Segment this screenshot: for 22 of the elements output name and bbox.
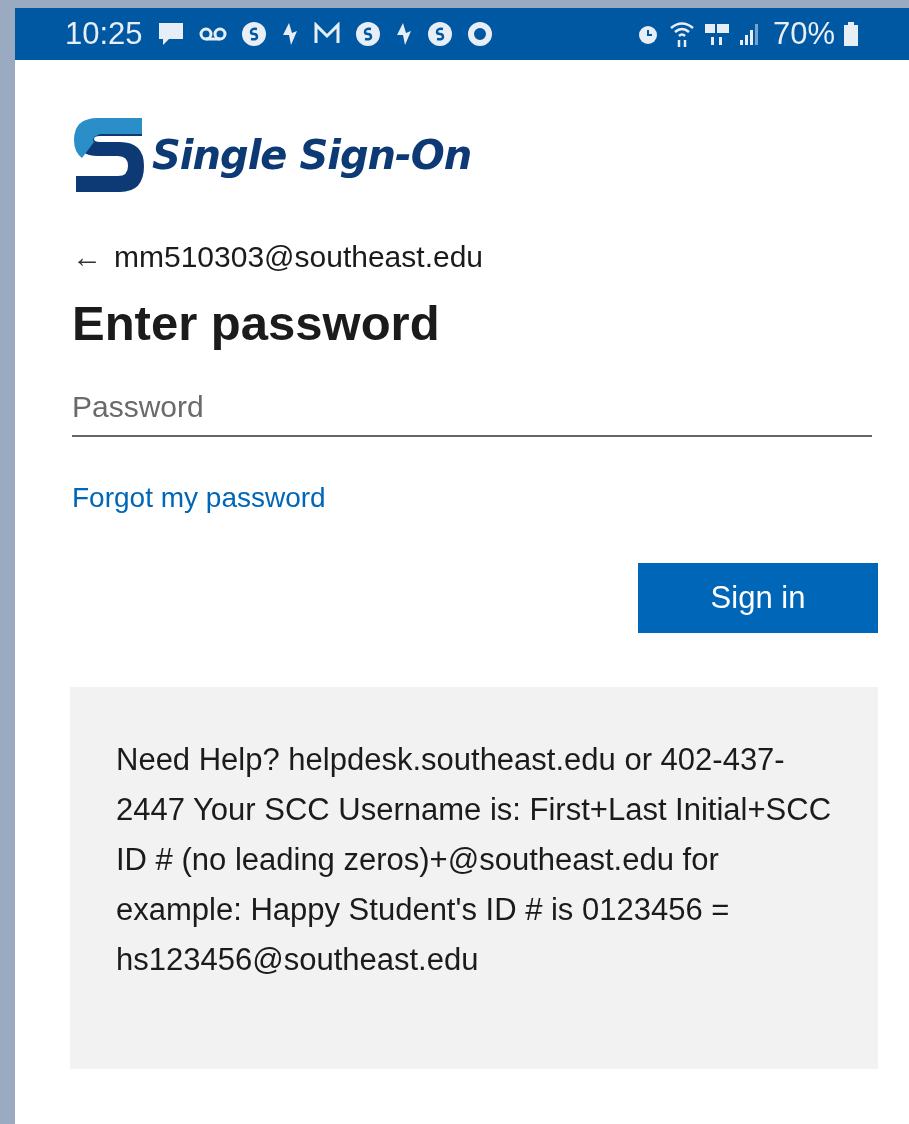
clock-time: 10:25 bbox=[65, 14, 143, 53]
lightning-icon bbox=[280, 21, 299, 47]
ring-icon bbox=[466, 21, 493, 47]
page-heading: Enter password bbox=[72, 295, 441, 352]
password-field[interactable]: Password bbox=[72, 379, 872, 437]
logo-text: Single Sign-On bbox=[152, 131, 472, 180]
forgot-password-link[interactable]: Forgot my password bbox=[72, 477, 326, 519]
wifi-icon bbox=[668, 20, 695, 48]
network-4g-icon bbox=[702, 21, 731, 47]
mail-icon bbox=[312, 22, 341, 46]
lightning-icon bbox=[394, 21, 413, 47]
circle-s-icon bbox=[240, 21, 267, 47]
help-text: Need Help? helpdesk.southeast.edu or 402-437-2447 Your SCC Username is: First+Last Initial+SCC ID # (no leading zeros)+@southeast.edu for example: Happy Student's ID # is 0123456 = hs123456@southeast.edu bbox=[116, 741, 832, 979]
account-email: mm510303@southeast.edu bbox=[114, 239, 484, 275]
message-icon bbox=[156, 20, 185, 48]
battery-percentage: 70% bbox=[772, 14, 835, 53]
signal-icon bbox=[738, 22, 761, 46]
battery-icon bbox=[843, 21, 859, 47]
circle-s-icon bbox=[354, 21, 381, 47]
voicemail-icon bbox=[198, 26, 227, 42]
circle-s-icon bbox=[426, 21, 453, 47]
sign-in-button[interactable]: Sign in bbox=[638, 563, 878, 633]
